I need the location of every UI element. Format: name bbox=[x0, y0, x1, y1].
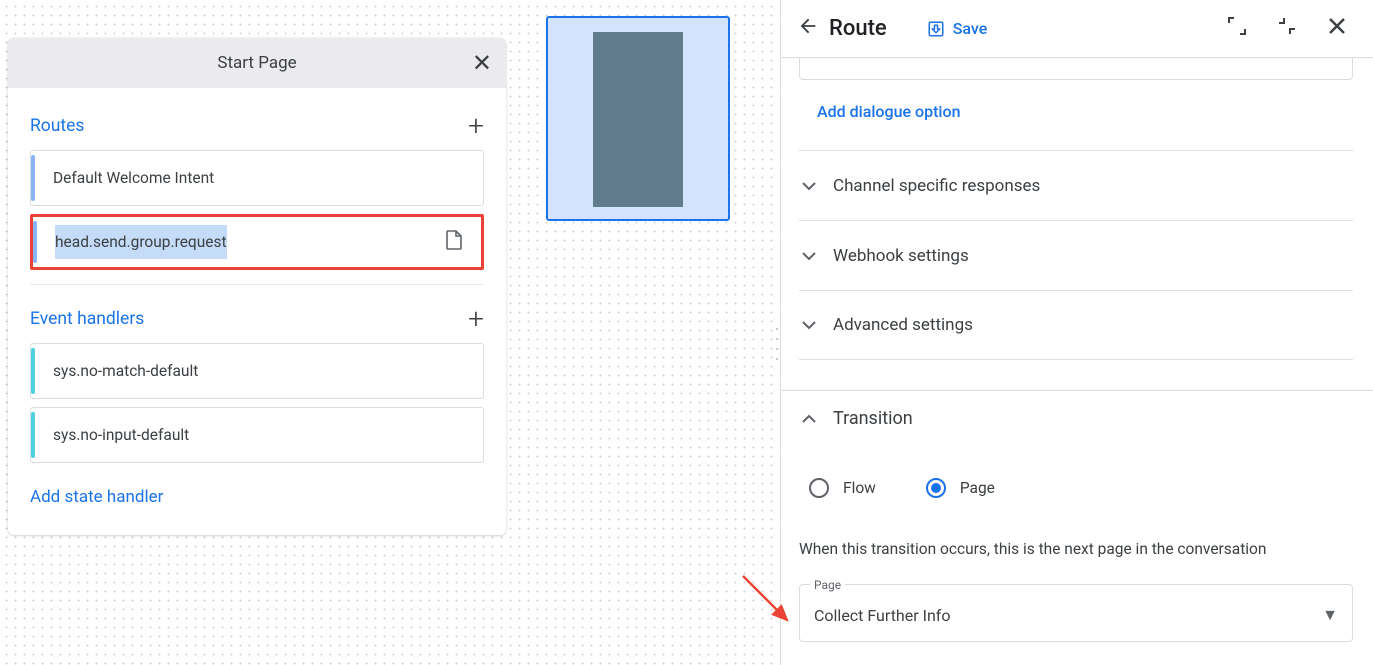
back-arrow-icon[interactable] bbox=[797, 15, 819, 43]
flow-radio[interactable]: Flow bbox=[809, 478, 876, 498]
advanced-settings-accordion[interactable]: Advanced settings bbox=[799, 290, 1353, 360]
page-select[interactable]: Page Collect Further Info ▼ bbox=[799, 584, 1353, 642]
transition-description: When this transition occurs, this is the… bbox=[799, 540, 1266, 558]
flow-node[interactable] bbox=[546, 16, 730, 221]
start-page-title: Start Page bbox=[217, 53, 296, 73]
close-icon[interactable]: ✕ bbox=[472, 49, 492, 77]
collapse-icon[interactable] bbox=[1267, 16, 1307, 41]
divider bbox=[30, 284, 484, 285]
save-label: Save bbox=[953, 19, 988, 38]
route-panel-title: Route bbox=[829, 16, 887, 41]
save-button[interactable]: Save bbox=[927, 19, 988, 38]
route-label: head.send.group.request bbox=[55, 233, 445, 251]
add-route-icon[interactable]: + bbox=[468, 112, 484, 140]
route-label: Default Welcome Intent bbox=[53, 169, 214, 187]
accordion-label: Webhook settings bbox=[833, 246, 969, 266]
radio-label: Page bbox=[960, 479, 995, 497]
select-label: Page bbox=[810, 578, 845, 592]
event-indicator bbox=[31, 348, 35, 394]
start-page-header: Start Page ✕ bbox=[8, 38, 506, 88]
route-panel-body: Add dialogue option Channel specific res… bbox=[781, 58, 1373, 665]
event-indicator bbox=[31, 412, 35, 458]
radio-label: Flow bbox=[843, 479, 876, 497]
radio-checked-icon bbox=[926, 478, 946, 498]
routes-list: Default Welcome Intent head.send.group.r… bbox=[8, 150, 506, 270]
transition-type-radios: Flow Page bbox=[809, 478, 995, 498]
accordion-label: Channel specific responses bbox=[833, 176, 1040, 196]
route-item[interactable]: Default Welcome Intent bbox=[30, 150, 484, 206]
accordion-label: Advanced settings bbox=[833, 315, 973, 335]
routes-label: Routes bbox=[30, 116, 84, 136]
chevron-down-icon bbox=[799, 246, 819, 266]
route-item-selected[interactable]: head.send.group.request bbox=[30, 214, 484, 270]
caret-down-icon: ▼ bbox=[1322, 605, 1338, 625]
page-radio[interactable]: Page bbox=[926, 478, 995, 498]
add-event-handler-icon[interactable]: + bbox=[468, 305, 484, 333]
collapsed-box bbox=[799, 58, 1353, 80]
file-icon bbox=[445, 230, 463, 254]
event-handlers-header: Event handlers + bbox=[8, 289, 506, 343]
event-handler-label: sys.no-match-default bbox=[53, 362, 198, 380]
event-handler-item[interactable]: sys.no-match-default bbox=[30, 343, 484, 399]
transition-accordion[interactable]: Transition bbox=[799, 408, 1353, 429]
event-handlers-list: sys.no-match-default sys.no-input-defaul… bbox=[8, 343, 506, 463]
event-handler-label: sys.no-input-default bbox=[53, 426, 189, 444]
node-base bbox=[614, 192, 662, 205]
divider bbox=[781, 390, 1373, 391]
select-value: Collect Further Info bbox=[814, 606, 1322, 625]
event-handlers-label: Event handlers bbox=[30, 309, 144, 329]
add-state-handler-link[interactable]: Add state handler bbox=[8, 463, 506, 515]
routes-section-header: Routes + bbox=[8, 96, 506, 150]
chevron-down-icon bbox=[799, 176, 819, 196]
expand-icon[interactable] bbox=[1217, 16, 1257, 41]
start-page-panel: Start Page ✕ Routes + Default Welcome In… bbox=[8, 38, 506, 535]
event-handler-item[interactable]: sys.no-input-default bbox=[30, 407, 484, 463]
transition-title: Transition bbox=[833, 408, 913, 429]
channel-responses-accordion[interactable]: Channel specific responses bbox=[799, 150, 1353, 220]
save-icon bbox=[927, 20, 945, 38]
chevron-up-icon bbox=[799, 409, 819, 428]
close-icon[interactable] bbox=[1317, 16, 1357, 41]
route-panel-header: Route Save bbox=[781, 0, 1373, 58]
route-indicator bbox=[33, 221, 37, 263]
radio-unchecked-icon bbox=[809, 478, 829, 498]
route-panel: Route Save Add dialogue option Channel s… bbox=[780, 0, 1373, 665]
add-dialogue-option-link[interactable]: Add dialogue option bbox=[817, 102, 960, 121]
chevron-down-icon bbox=[799, 315, 819, 335]
node-body bbox=[593, 32, 683, 207]
webhook-settings-accordion[interactable]: Webhook settings bbox=[799, 220, 1353, 290]
route-indicator bbox=[31, 155, 35, 201]
